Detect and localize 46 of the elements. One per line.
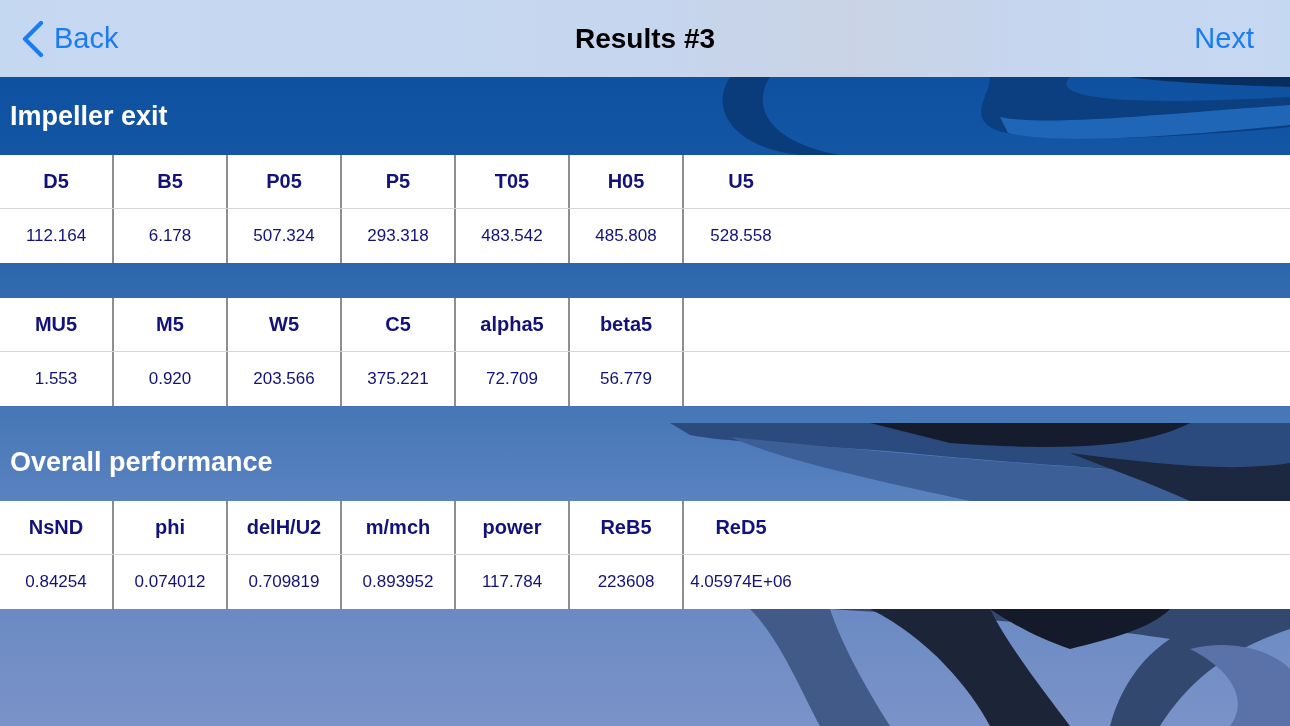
table-cell-text: 4.05974E+06 [689, 571, 793, 593]
column-header: m/mch [342, 501, 456, 554]
table-cell: 485.808 [570, 209, 684, 263]
back-chevron-icon [22, 20, 44, 57]
column-header: beta5 [570, 298, 684, 351]
column-header: delH/U2 [228, 501, 342, 554]
table-cell: 223608 [570, 555, 684, 609]
table-cell: 1.553 [0, 352, 114, 406]
table-cell: 0.074012 [114, 555, 228, 609]
column-header: P5 [342, 155, 456, 208]
column-header: H05 [570, 155, 684, 208]
next-button[interactable]: Next [1192, 20, 1256, 57]
section-title: Overall performance [10, 446, 273, 478]
column-header: T05 [456, 155, 570, 208]
column-header: phi [114, 501, 228, 554]
table-cell: 483.542 [456, 209, 570, 263]
column-header: B5 [114, 155, 228, 208]
column-header: C5 [342, 298, 456, 351]
column-header: ReD5 [714, 515, 768, 540]
section-title: Impeller exit [10, 100, 168, 132]
column-header: U5 [727, 169, 755, 194]
table-cell: 0.893952 [342, 555, 456, 609]
back-button[interactable]: Back [20, 18, 121, 59]
table-cell: 0.84254 [0, 555, 114, 609]
table-cell: 117.784 [456, 555, 570, 609]
screen-title: Results #3 [574, 22, 716, 55]
column-header: M5 [114, 298, 228, 351]
column-header: NsND [0, 501, 114, 554]
table-cell: 375.221 [342, 352, 456, 406]
table-cell-text: 528.558 [709, 225, 773, 247]
table-cell: 6.178 [114, 209, 228, 263]
table-cell: 112.164 [0, 209, 114, 263]
column-header: P05 [228, 155, 342, 208]
column-header: ReB5 [570, 501, 684, 554]
column-header: MU5 [0, 298, 114, 351]
column-header: D5 [0, 155, 114, 208]
table-cell: 72.709 [456, 352, 570, 406]
table-cell: 203.566 [228, 352, 342, 406]
column-header: alpha5 [456, 298, 570, 351]
table-cell: 293.318 [342, 209, 456, 263]
column-header: W5 [228, 298, 342, 351]
table-cell: 0.920 [114, 352, 228, 406]
column-header: power [456, 501, 570, 554]
table-cell: 56.779 [570, 352, 684, 406]
table-cell: 0.709819 [228, 555, 342, 609]
table-cell: 507.324 [228, 209, 342, 263]
